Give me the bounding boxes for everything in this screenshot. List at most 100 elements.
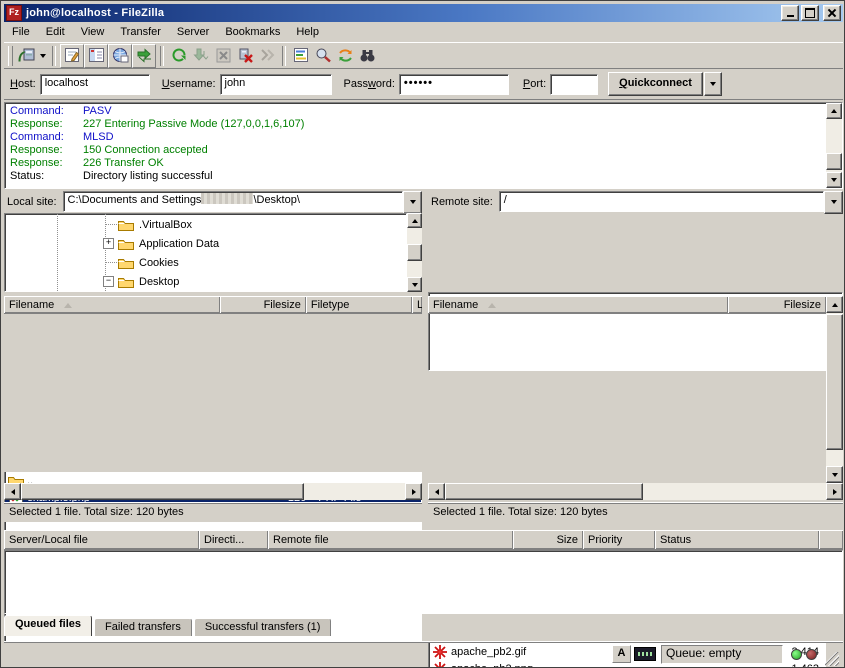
refresh-button[interactable] [168,45,190,67]
queue-splitter[interactable] [4,522,843,530]
scroll-up-button[interactable] [407,213,422,228]
queue-column-direction[interactable]: Directi... [199,530,268,549]
toolbar-separator [282,46,286,66]
scroll-thumb[interactable] [445,483,643,500]
toolbar-grip [8,46,13,66]
password-input[interactable]: •••••• [399,74,509,95]
remote-site-dropdown[interactable] [824,191,843,214]
site-manager-dropdown[interactable] [38,45,48,67]
toggle-transfer-queue-button[interactable] [132,44,156,68]
menu-view[interactable]: View [73,22,113,42]
username-input[interactable]: john [220,74,332,95]
column-header-filesize[interactable]: Filesize [728,296,826,313]
column-header-filename[interactable]: Filename [428,296,728,313]
quickconnect-button[interactable]: Quickconnect [608,72,703,96]
host-input[interactable]: localhost [40,74,150,95]
cancel-operation-button[interactable] [212,45,234,67]
filter-button[interactable] [290,45,312,67]
menu-help[interactable]: Help [288,22,327,42]
menu-file[interactable]: File [4,22,38,42]
sort-ascending-icon [64,303,72,308]
column-header-filename[interactable]: Filename [4,296,220,313]
minimize-button[interactable] [781,5,799,21]
quickconnect-dropdown[interactable] [704,72,722,96]
local-site-combobox[interactable]: C:\Documents and Settings\Desktop\ [63,191,422,214]
folder-icon [118,275,134,288]
column-header-filesize[interactable]: Filesize [220,296,306,313]
scroll-left-button[interactable] [4,483,21,500]
local-path-value[interactable]: C:\Documents and Settings\Desktop\ [63,191,403,212]
scroll-thumb[interactable] [826,153,842,170]
resize-grip[interactable] [825,652,839,666]
log-scrollbar[interactable] [826,103,842,188]
queue-column-status[interactable]: Status [655,530,819,549]
log-line: Status:Directory listing successful [5,170,842,183]
toggle-local-tree-button[interactable] [84,44,108,68]
pane-splitter[interactable] [422,192,428,523]
tab-failed-transfers[interactable]: Failed transfers [94,618,192,636]
scroll-thumb[interactable] [407,244,422,261]
scroll-down-button[interactable] [826,466,843,483]
remote-site-label: Remote site: [428,196,499,208]
remote-path-value[interactable]: / [499,191,824,212]
transfer-queue-icon [136,47,153,64]
scroll-up-button[interactable] [826,103,842,119]
remote-site-combobox[interactable]: / [499,191,843,214]
site-manager-button[interactable] [16,45,38,67]
tree-item-virtualbox[interactable]: .VirtualBox [103,215,194,234]
tab-successful-transfers[interactable]: Successful transfers (1) [194,618,332,636]
disconnect-button[interactable] [234,45,256,67]
column-header-filetype[interactable]: Filetype [306,296,412,313]
toggle-message-log-button[interactable] [60,44,84,68]
reconnect-icon [259,47,276,64]
scroll-down-button[interactable] [407,277,422,292]
menu-bar: File Edit View Transfer Server Bookmarks… [4,22,843,43]
scroll-left-button[interactable] [428,483,445,500]
message-log: Command:PASV Response:227 Entering Passi… [4,102,843,189]
tree-item-desktop[interactable]: − Desktop [103,272,181,291]
local-tree-scrollbar[interactable] [407,213,422,292]
find-files-button[interactable] [356,45,378,67]
tree-expander[interactable]: + [103,238,114,249]
binoculars-icon [359,47,376,64]
scroll-right-button[interactable] [405,483,422,500]
menu-transfer[interactable]: Transfer [112,22,169,42]
remote-list-hscrollbar[interactable] [428,483,843,500]
menu-edit[interactable]: Edit [38,22,73,42]
reconnect-button[interactable] [256,45,278,67]
tree-item-application-data[interactable]: + Application Data [103,234,221,253]
host-label: Host: [10,78,36,90]
menu-server[interactable]: Server [169,22,217,42]
tree-expander[interactable]: − [103,276,114,287]
directory-comparison-button[interactable] [312,45,334,67]
username-label: Username: [162,78,216,90]
chevron-down-icon [410,200,416,204]
port-input[interactable] [550,74,598,95]
scroll-up-button[interactable] [826,296,843,313]
remote-selection-status: Selected 1 file. Total size: 120 bytes [428,502,843,522]
scroll-right-button[interactable] [826,483,843,500]
message-log-icon [64,47,81,64]
local-site-dropdown[interactable] [403,191,422,214]
column-header-modified[interactable]: L [412,296,422,313]
local-list-hscrollbar[interactable] [4,483,422,500]
ascii-datatype-icon[interactable]: A [612,645,631,663]
remote-list-scrollbar[interactable] [826,296,843,483]
scroll-thumb[interactable] [21,483,304,500]
queue-column-priority[interactable]: Priority [583,530,655,549]
queue-column-server-local-file[interactable]: Server/Local file [4,530,199,549]
process-queue-button[interactable] [190,45,212,67]
toggle-remote-tree-button[interactable] [108,44,132,68]
menu-bookmarks[interactable]: Bookmarks [217,22,288,42]
remote-site-row: Remote site: / [428,192,843,212]
queue-column-size[interactable]: Size [513,530,583,549]
speedlimits-icon[interactable] [634,647,656,661]
tree-item-cookies[interactable]: Cookies [103,253,181,272]
close-button[interactable] [823,5,841,21]
synchronized-browsing-button[interactable] [334,45,356,67]
scroll-thumb[interactable] [826,314,843,450]
scroll-down-button[interactable] [826,172,842,188]
maximize-button[interactable] [801,5,819,21]
tab-queued-files[interactable]: Queued files [4,615,92,636]
queue-column-remote-file[interactable]: Remote file [268,530,513,549]
